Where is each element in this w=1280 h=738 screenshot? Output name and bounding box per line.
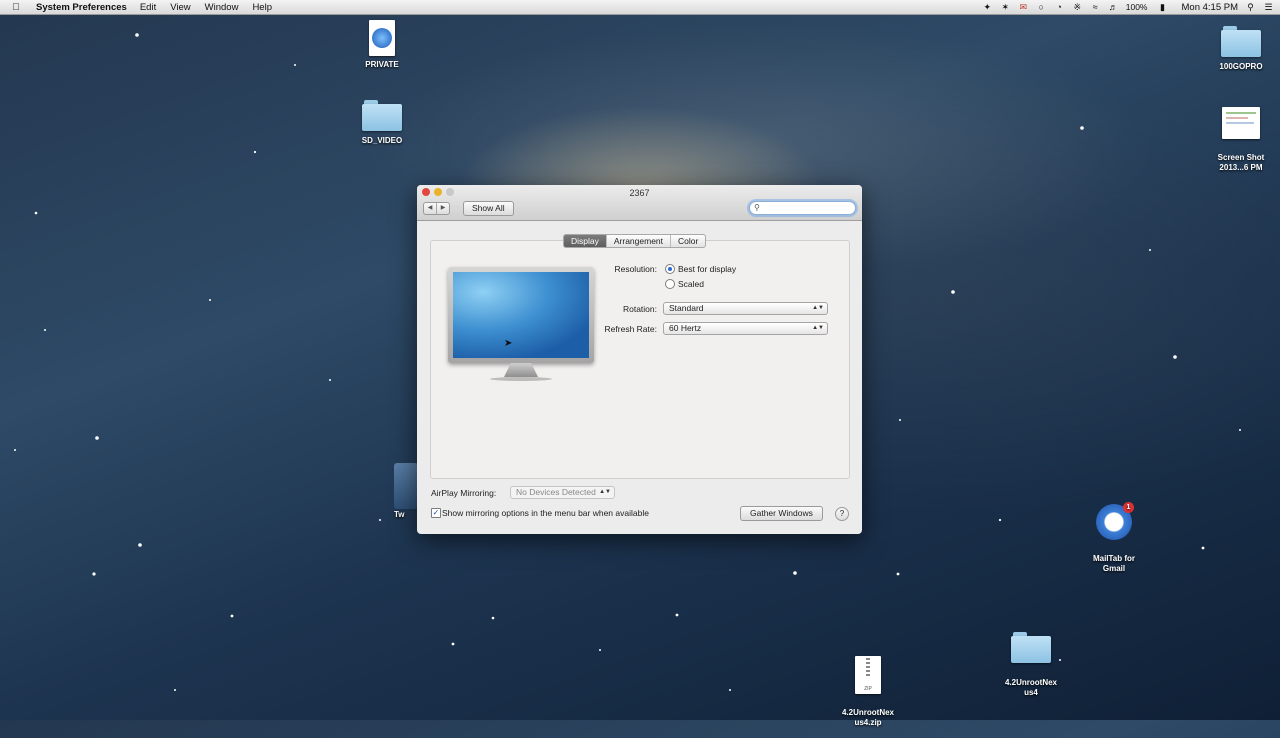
mail-app-icon: 1 — [1096, 502, 1134, 540]
desktop-icon-sd-video[interactable]: SD_VIDEO — [347, 100, 417, 146]
resolution-best-label: Best for display — [678, 264, 737, 274]
refresh-rate-value: 60 Hertz — [669, 323, 702, 333]
resolution-scaled-option[interactable]: Scaled — [665, 279, 704, 289]
desktop-icon-label: PRIVATE — [365, 60, 399, 69]
airplay-mirroring-value: No Devices Detected — [516, 487, 596, 497]
forward-icon[interactable]: ▶ — [436, 203, 449, 214]
menu-window[interactable]: Window — [198, 2, 246, 13]
spotlight-icon[interactable]: ⚲ — [1245, 2, 1256, 13]
tab-bar: Display Arrangement Color — [563, 234, 707, 248]
menu-app-name[interactable]: System Preferences — [32, 2, 133, 13]
menu-extras: ✦ ✶ ✉ ○ ◔ ※ ≈ ♬ 100% ▮ Mon 4:15 PM ⚲ ☰ — [982, 0, 1274, 14]
desktop-icon-label: SD_VIDEO — [361, 136, 403, 145]
desktop-icon-100gopro[interactable]: 100GOPRO — [1206, 26, 1276, 72]
tab-display[interactable]: Display — [564, 235, 606, 247]
desktop-icon-private[interactable]: PRIVATE — [347, 20, 417, 70]
rotation-popup[interactable]: Standard ▲▼ — [663, 302, 828, 315]
popup-arrows-icon: ▲▼ — [812, 305, 824, 311]
twitter-app-icon — [394, 463, 418, 509]
airplay-mirroring-popup[interactable]: No Devices Detected ▲▼ — [510, 486, 615, 499]
popup-arrows-icon: ▲▼ — [599, 489, 611, 495]
apple-menu-icon[interactable]:  — [0, 2, 32, 13]
resolution-label: Resolution: — [614, 264, 657, 274]
skype-icon[interactable]: ○ — [1036, 2, 1047, 13]
rotation-value: Standard — [669, 303, 704, 313]
menu-view[interactable]: View — [163, 2, 197, 13]
dropbox-icon[interactable]: ✦ — [982, 2, 993, 13]
back-icon[interactable]: ◀ — [424, 203, 436, 214]
rotation-label: Rotation: — [622, 304, 657, 314]
wifi-icon[interactable]: ≈ — [1090, 2, 1101, 13]
desktop-icon-label: Tw — [394, 510, 405, 519]
gather-windows-button[interactable]: Gather Windows — [740, 506, 823, 521]
airplay-mirroring-label: AirPlay Mirroring: — [431, 488, 497, 498]
desktop-icon-label: MailTab for Gmail — [1092, 554, 1136, 573]
time-machine-icon[interactable]: ◔ — [1054, 2, 1065, 13]
list-icon[interactable]: ☰ — [1263, 2, 1274, 13]
desktop-icon-label: 4.2UnrootNex us4.zip — [841, 708, 894, 727]
volume-icon[interactable]: ♬ — [1108, 2, 1119, 13]
mouse-pointer-icon: ➤ — [504, 338, 513, 349]
desktop-icon-twitter-app[interactable]: Tw — [394, 463, 418, 520]
desktop-icon-label: 100GOPRO — [1219, 62, 1263, 71]
refresh-rate-label: Refresh Rate: — [604, 324, 657, 334]
zip-file-icon: ZIP — [855, 656, 881, 694]
back-forward-buttons: ◀ ▶ — [423, 202, 450, 215]
desktop-icon-unroot-folder[interactable]: 4.2UnrootNex us4 — [996, 622, 1066, 708]
window-title: 2367 — [629, 188, 650, 198]
menu-clock[interactable]: Mon 4:15 PM — [1182, 2, 1239, 13]
show-all-button[interactable]: Show All — [463, 201, 514, 216]
resolution-best-option[interactable]: Best for display — [665, 264, 736, 274]
radio-button-unchecked[interactable] — [665, 279, 675, 289]
gmail-icon[interactable]: ✉ — [1018, 2, 1029, 13]
desktop-icon-unroot-zip[interactable]: ZIP 4.2UnrootNex us4.zip — [833, 646, 903, 738]
window-titlebar: 2367 ◀ ▶ Show All ⚲ — [417, 185, 862, 221]
tab-arrangement[interactable]: Arrangement — [605, 235, 670, 247]
search-icon: ⚲ — [754, 203, 760, 212]
desktop-icon-label: Screen Shot 2013...6 PM — [1217, 153, 1265, 172]
menu-bar:  System Preferences Edit View Window He… — [0, 0, 1280, 15]
tab-color[interactable]: Color — [670, 235, 705, 247]
help-button[interactable]: ? — [835, 507, 849, 521]
image-file-icon — [1222, 107, 1260, 139]
folder-icon — [1221, 26, 1261, 58]
menu-edit[interactable]: Edit — [133, 2, 163, 13]
twitter-icon[interactable]: ✶ — [1000, 2, 1011, 13]
resolution-scaled-label: Scaled — [678, 279, 704, 289]
display-preview-icon — [448, 267, 594, 381]
mirroring-checkbox-label: Show mirroring options in the menu bar w… — [442, 508, 649, 518]
bluetooth-icon[interactable]: ※ — [1072, 2, 1083, 13]
desktop-icon-label: 4.2UnrootNex us4 — [1004, 678, 1057, 697]
desktop-icon-mailtab[interactable]: 1 MailTab for Gmail — [1079, 494, 1149, 584]
quicktime-file-icon — [369, 20, 395, 56]
folder-icon — [362, 100, 402, 132]
mirroring-checkbox[interactable]: ✓ — [431, 508, 441, 518]
displays-preferences-window: 2367 ◀ ▶ Show All ⚲ Display Arrangement … — [417, 185, 862, 534]
folder-icon — [1011, 632, 1051, 664]
popup-arrows-icon: ▲▼ — [812, 325, 824, 331]
menu-help[interactable]: Help — [245, 2, 279, 13]
radio-button-checked[interactable] — [665, 264, 675, 274]
desktop-icon-screenshot[interactable]: Screen Shot 2013...6 PM — [1206, 97, 1276, 183]
refresh-rate-popup[interactable]: 60 Hertz ▲▼ — [663, 322, 828, 335]
battery-icon[interactable]: ▮ — [1155, 2, 1171, 13]
search-field[interactable]: ⚲ — [749, 201, 856, 215]
battery-percent[interactable]: 100% — [1126, 2, 1148, 12]
